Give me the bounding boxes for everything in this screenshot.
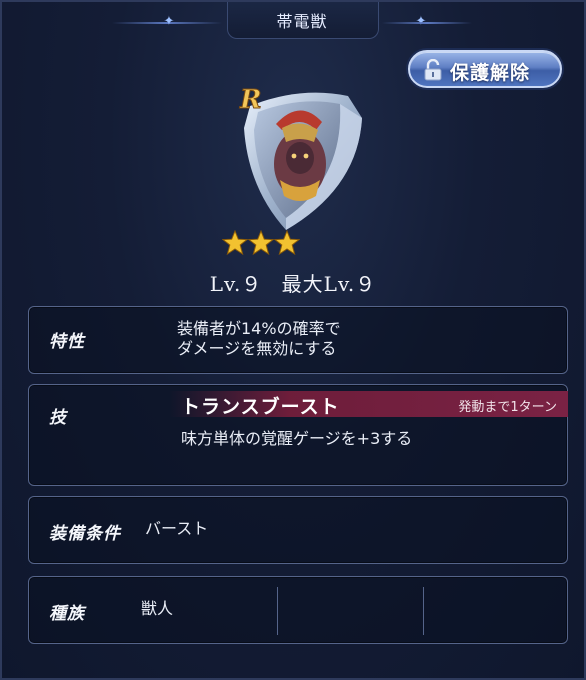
padlock-icon — [424, 59, 442, 81]
trait-box: 特性 装備者が14%の確率で ダメージを無効にする — [28, 306, 568, 374]
equip-condition-value: バースト — [145, 519, 209, 538]
header: ✦ 帯電獣 ✦ — [2, 2, 584, 42]
race-divider — [277, 587, 278, 635]
unlock-button-label: 保護解除 — [450, 62, 531, 84]
level-info: Lv.９ 最大Lv.９ — [2, 268, 584, 297]
star-icon — [274, 230, 300, 256]
trait-line: 装備者が14%の確率で — [177, 319, 341, 338]
star-icon — [248, 230, 274, 256]
star-icon — [222, 230, 248, 256]
equipment-shield-image: R — [239, 85, 362, 231]
skill-name: トランスブースト — [181, 396, 340, 418]
skill-description: 味方単体の覚醒ゲージを+3する — [181, 429, 413, 448]
skill-activation-turns: 発動まで1ターン — [458, 400, 557, 415]
trait-description: 装備者が14%の確率で ダメージを無効にする — [177, 319, 537, 359]
sparkle-icon: ✦ — [163, 14, 175, 29]
current-level: Lv.９ — [209, 272, 263, 296]
header-ornament-right — [382, 22, 472, 24]
race-divider — [423, 587, 424, 635]
trait-line: ダメージを無効にする — [177, 339, 337, 358]
rarity-badge: R — [239, 85, 262, 115]
max-level: 最大Lv.９ — [281, 272, 377, 296]
trait-label: 特性 — [49, 332, 85, 352]
race-label: 種族 — [49, 604, 85, 624]
skill-box: 技 トランスブースト 発動まで1ターン 味方単体の覚醒ゲージを+3する — [28, 384, 568, 486]
equipment-detail-panel: ✦ 帯電獣 ✦ 保護解除 — [0, 0, 586, 680]
equip-condition-label: 装備条件 — [49, 524, 121, 544]
equip-condition-box: 装備条件 バースト — [28, 496, 568, 564]
race-box: 種族 獣人 — [28, 576, 568, 644]
equipment-title: 帯電獣 — [276, 12, 328, 31]
race-value: 獣人 — [141, 599, 174, 618]
skill-label: 技 — [49, 408, 67, 428]
unlock-protection-button[interactable]: 保護解除 — [408, 50, 562, 88]
